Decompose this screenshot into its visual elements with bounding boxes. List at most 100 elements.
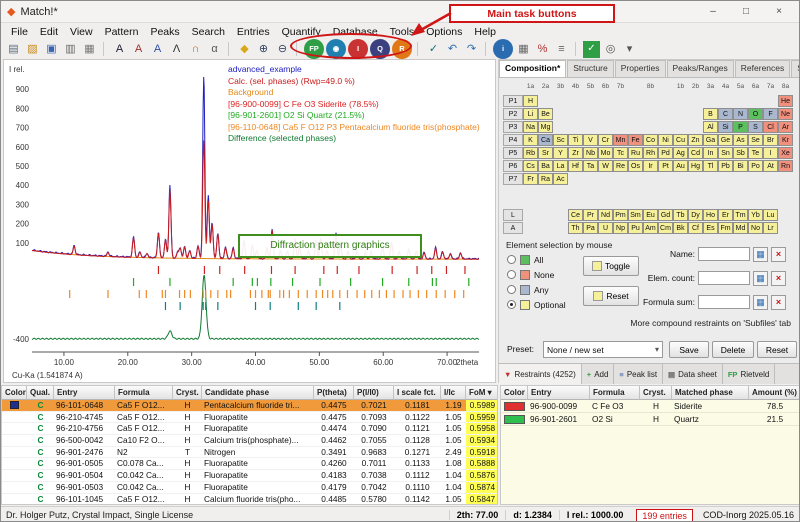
candidate-row[interactable]: C96-101-1045Ca5 F O12...HCalcium fluorid…: [2, 494, 497, 506]
element-fm[interactable]: Fm: [718, 222, 733, 234]
element-at[interactable]: At: [763, 160, 778, 172]
list-options-icon[interactable]: ≡: [553, 41, 570, 58]
font-icon[interactable]: A: [111, 41, 128, 58]
element-ac[interactable]: Ac: [553, 173, 568, 185]
element-cd[interactable]: Cd: [688, 147, 703, 159]
element-er[interactable]: Er: [718, 209, 733, 221]
name-input[interactable]: [698, 247, 750, 261]
element-am[interactable]: Am: [643, 222, 658, 234]
element-rh[interactable]: Rh: [643, 147, 658, 159]
element-ti[interactable]: Ti: [568, 134, 583, 146]
element-hf[interactable]: Hf: [568, 160, 583, 172]
element-o[interactable]: O: [748, 108, 763, 120]
menu-pattern[interactable]: Pattern: [99, 25, 145, 39]
info-icon[interactable]: i: [493, 39, 513, 59]
element-pd[interactable]: Pd: [658, 147, 673, 159]
peak-labels-icon[interactable]: A: [149, 41, 166, 58]
more-dropdown-icon[interactable]: ▾: [621, 41, 638, 58]
element-ir[interactable]: Ir: [643, 160, 658, 172]
save-document-icon[interactable]: ▣: [43, 41, 60, 58]
bottom-tab-data-sheet[interactable]: ▤Data sheet: [663, 364, 723, 384]
element-be[interactable]: Be: [538, 108, 553, 120]
candidate-row[interactable]: C96-210-4756Ca5 F O12...HFluorapatite0.4…: [2, 423, 497, 435]
element-s[interactable]: S: [748, 121, 763, 133]
element-p[interactable]: P: [733, 121, 748, 133]
element-he[interactable]: He: [778, 95, 793, 107]
element-la[interactable]: La: [553, 160, 568, 172]
element-kr[interactable]: Kr: [778, 134, 793, 146]
period-button-p5[interactable]: P5: [503, 147, 523, 159]
period-button-p6[interactable]: P6: [503, 160, 523, 172]
intensity-scale-icon[interactable]: I: [348, 39, 368, 59]
element-mode-any[interactable]: Any: [507, 282, 566, 297]
element-th[interactable]: Th: [568, 222, 583, 234]
element-np[interactable]: Np: [613, 222, 628, 234]
element-eu[interactable]: Eu: [643, 209, 658, 221]
periodic-picker-icon[interactable]: ▦: [753, 247, 768, 262]
period-button-p3[interactable]: P3: [503, 121, 523, 133]
reset-preset-button[interactable]: Reset: [757, 341, 797, 358]
percent-icon[interactable]: %: [534, 41, 551, 58]
element-sm[interactable]: Sm: [628, 209, 643, 221]
element-w[interactable]: W: [598, 160, 613, 172]
fingerprint-search-icon[interactable]: FP: [304, 39, 324, 59]
element-na[interactable]: Na: [523, 121, 538, 133]
element-si[interactable]: Si: [718, 121, 733, 133]
period-button-l[interactable]: L: [503, 209, 523, 221]
element-pb[interactable]: Pb: [718, 160, 733, 172]
element-os[interactable]: Os: [628, 160, 643, 172]
menu-quantify[interactable]: Quantify: [276, 25, 327, 39]
element-y[interactable]: Y: [553, 147, 568, 159]
element-hg[interactable]: Hg: [688, 160, 703, 172]
element-mode-all[interactable]: All: [507, 252, 566, 267]
rietveld-icon[interactable]: R: [392, 39, 412, 59]
element-gd[interactable]: Gd: [658, 209, 673, 221]
candidate-row[interactable]: C96-101-0648Ca5 F O12...HPentacalcium fl…: [2, 400, 497, 412]
element-b[interactable]: B: [703, 108, 718, 120]
period-button-p4[interactable]: P4: [503, 134, 523, 146]
bottom-tab-add[interactable]: +Add: [582, 364, 615, 384]
element-fe[interactable]: Fe: [628, 134, 643, 146]
candidate-column-header[interactable]: FoM ▾: [466, 386, 498, 400]
tab-subfiles[interactable]: Subfiles: [791, 60, 799, 77]
element-mn[interactable]: Mn: [613, 134, 628, 146]
candidate-column-header[interactable]: Color: [2, 386, 27, 400]
element-n[interactable]: N: [733, 108, 748, 120]
data-table-icon[interactable]: ▦: [515, 41, 532, 58]
element-xe[interactable]: Xe: [778, 147, 793, 159]
match-column-header[interactable]: Formula: [590, 386, 640, 400]
copy-icon[interactable]: ▦: [81, 41, 98, 58]
element-sb[interactable]: Sb: [733, 147, 748, 159]
element-sr[interactable]: Sr: [538, 147, 553, 159]
candidate-column-header[interactable]: Qual.: [27, 386, 54, 400]
element-i[interactable]: I: [763, 147, 778, 159]
period-button-p2[interactable]: P2: [503, 108, 523, 120]
candidate-column-header[interactable]: P(I/I0): [354, 386, 394, 400]
profile-fit-icon[interactable]: Λ: [168, 41, 185, 58]
element-se[interactable]: Se: [748, 134, 763, 146]
element-mode-none[interactable]: None: [507, 267, 566, 282]
element-br[interactable]: Br: [763, 134, 778, 146]
menu-file[interactable]: File: [5, 25, 34, 39]
period-button-a[interactable]: A: [503, 222, 523, 234]
element-bi[interactable]: Bi: [733, 160, 748, 172]
formula-sum-input[interactable]: [698, 295, 750, 309]
database-check-icon[interactable]: ✓: [583, 41, 600, 58]
candidate-column-header[interactable]: Cryst.: [173, 386, 202, 400]
preset-select[interactable]: None / new set ▾: [543, 341, 663, 358]
element-nb[interactable]: Nb: [583, 147, 598, 159]
menu-entries[interactable]: Entries: [231, 25, 276, 39]
element-ru[interactable]: Ru: [628, 147, 643, 159]
zoom-in-icon[interactable]: ⊕: [255, 41, 272, 58]
element-yb[interactable]: Yb: [748, 209, 763, 221]
element-tl[interactable]: Tl: [703, 160, 718, 172]
menu-tools[interactable]: Tools: [384, 25, 421, 39]
element-lr[interactable]: Lr: [763, 222, 778, 234]
menu-database[interactable]: Database: [327, 25, 384, 39]
element-ne[interactable]: Ne: [778, 108, 793, 120]
redo-icon[interactable]: ↷: [463, 41, 480, 58]
candidate-column-header[interactable]: P(theta): [314, 386, 354, 400]
quantify-icon[interactable]: Q: [370, 39, 390, 59]
candidate-column-header[interactable]: Formula: [115, 386, 173, 400]
new-document-icon[interactable]: ▤: [5, 41, 22, 58]
